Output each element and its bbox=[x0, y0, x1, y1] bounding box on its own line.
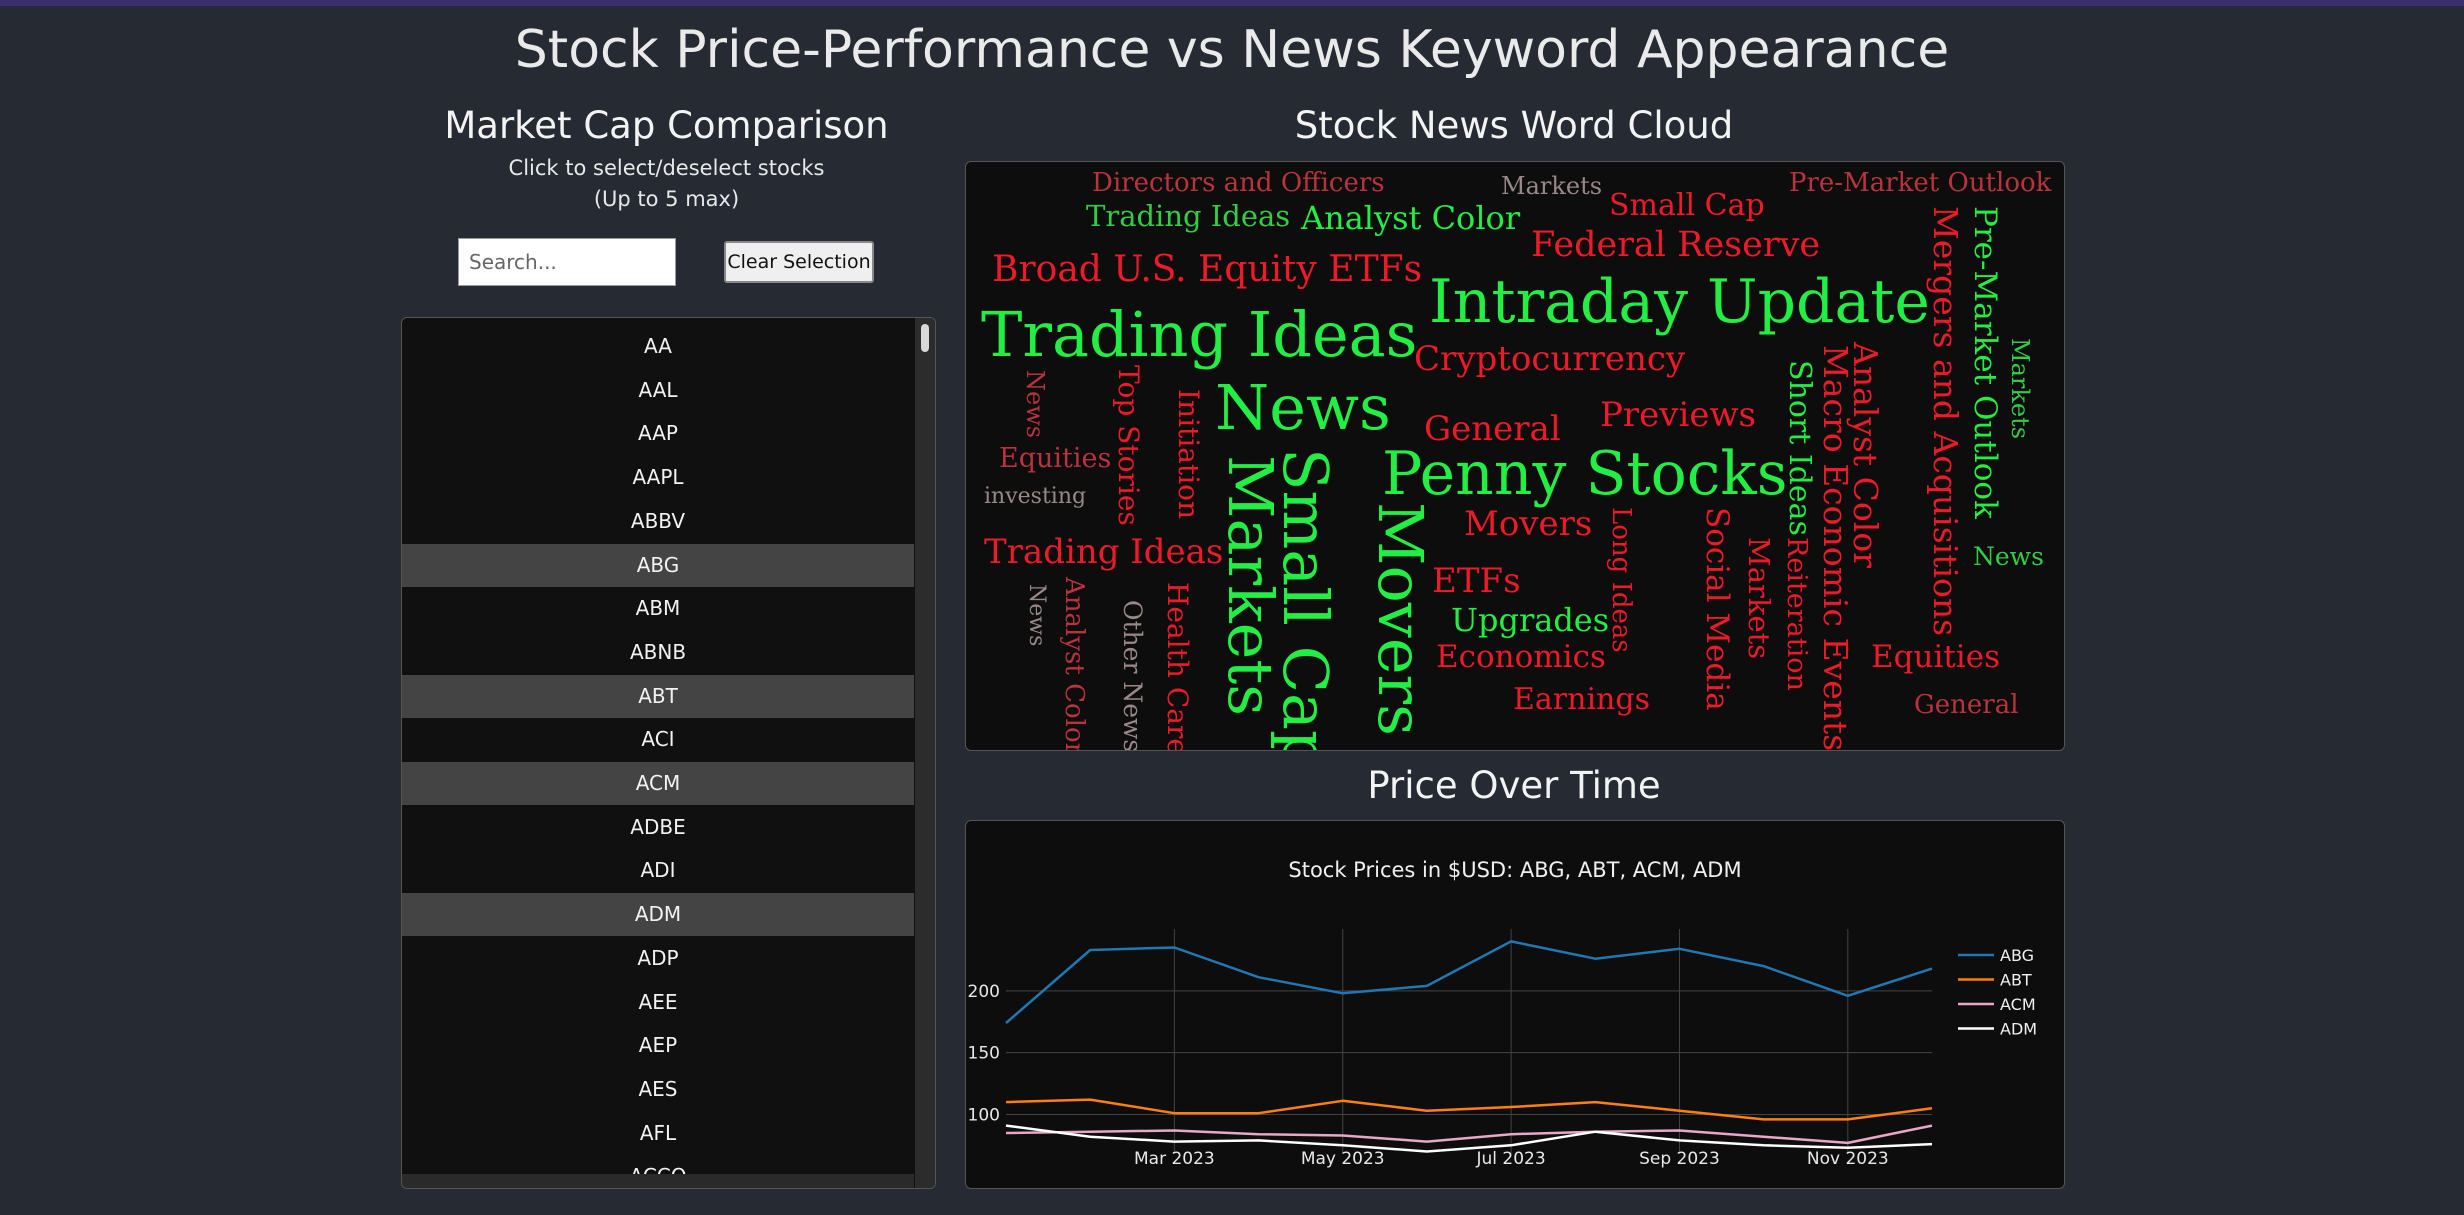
price-chart-svg: Stock Prices in $USD: ABG, ABT, ACM, ADM… bbox=[968, 858, 2038, 1169]
word-cloud-word: Markets bbox=[2006, 338, 2034, 440]
word-cloud-word: Trading Ideas bbox=[981, 298, 1418, 371]
word-cloud-word: News bbox=[1215, 371, 1391, 444]
word-cloud-word: Economics bbox=[1436, 639, 1606, 675]
stock-list-item[interactable]: ACI bbox=[402, 718, 914, 761]
stock-list-item[interactable]: ACM bbox=[402, 762, 914, 805]
stock-list-item[interactable]: AES bbox=[402, 1068, 914, 1111]
legend-label: ABG bbox=[2000, 946, 2034, 965]
stock-list-item[interactable]: AAPL bbox=[402, 456, 914, 499]
word-cloud-word: Pre-Market Outlook bbox=[1789, 168, 2052, 198]
x-tick-label: May 2023 bbox=[1301, 1149, 1385, 1169]
word-cloud-word: Markets bbox=[1501, 172, 1603, 200]
x-tick-label: Mar 2023 bbox=[1134, 1149, 1215, 1169]
search-input[interactable] bbox=[458, 238, 676, 286]
word-cloud-word: General bbox=[1914, 690, 2019, 720]
word-cloud-word: News bbox=[1021, 370, 1049, 439]
stock-list-item[interactable]: AAL bbox=[402, 369, 914, 412]
y-tick-label: 100 bbox=[968, 1105, 1000, 1125]
stock-list-item[interactable]: AAP bbox=[402, 412, 914, 455]
word-cloud-word: Analyst Color bbox=[1301, 199, 1521, 237]
legend-label: ADM bbox=[2000, 1020, 2037, 1039]
x-tick-label: Jul 2023 bbox=[1475, 1149, 1545, 1169]
word-cloud-word: Short Ideas bbox=[1782, 360, 1817, 536]
word-cloud-word: Small Cap bbox=[1609, 188, 1765, 223]
word-cloud-word: Trading Ideas bbox=[1086, 199, 1291, 233]
word-cloud-word: Federal Reserve bbox=[1531, 225, 1821, 265]
word-cloud-word: Markets bbox=[1214, 455, 1287, 717]
word-cloud-word: Penny Stocks bbox=[1382, 439, 1788, 509]
word-cloud-word: Equities bbox=[999, 443, 1112, 474]
price-over-time-title: Price Over Time bbox=[1367, 764, 1661, 807]
word-cloud-word: News bbox=[1024, 584, 1049, 647]
word-cloud-word: Earnings bbox=[1513, 682, 1650, 717]
market-cap-limit-note: (Up to 5 max) bbox=[593, 187, 740, 211]
stock-list-item[interactable]: ADI bbox=[402, 849, 914, 892]
stock-list[interactable]: AA AAL AAP AAPL ABBV ABG ABM ABNB ABT ACI ACM ADBE A… bbox=[401, 317, 936, 1189]
word-cloud-word: Social Media bbox=[1699, 507, 1735, 711]
stock-list-item[interactable]: ABM bbox=[402, 587, 914, 630]
list-scrollbar[interactable] bbox=[915, 318, 935, 1188]
word-cloud-word: Movers bbox=[1364, 502, 1437, 736]
word-cloud-word: Markets bbox=[1742, 537, 1776, 660]
clear-selection-button[interactable]: Clear Selection bbox=[724, 241, 874, 283]
word-cloud: Directors and Officers Markets Pre-Market … bbox=[965, 161, 2065, 751]
stock-list-item[interactable]: AEP bbox=[402, 1024, 914, 1067]
word-cloud-word: Pre-Market Outlook bbox=[1967, 206, 2003, 519]
x-tick-label: Nov 2023 bbox=[1807, 1149, 1889, 1169]
word-cloud-word: Directors and Officers bbox=[1092, 168, 1385, 198]
legend-label: ACM bbox=[2000, 995, 2036, 1014]
word-cloud-word: Trading Ideas bbox=[984, 532, 1224, 572]
stock-list-item[interactable]: ADP bbox=[402, 937, 914, 980]
stock-list-item[interactable]: ADM bbox=[402, 893, 914, 937]
market-cap-instructions: Click to select/deselect stocks bbox=[508, 156, 825, 180]
word-cloud-word: Equities bbox=[1871, 639, 2000, 675]
word-cloud-word: ETFs bbox=[1432, 561, 1521, 601]
page-title: Stock Price-Performance vs News Keyword … bbox=[514, 20, 1950, 80]
word-cloud-word: Broad U.S. Equity ETFs bbox=[992, 249, 1423, 290]
word-cloud-word: Intraday Update bbox=[1429, 267, 1930, 337]
top-accent-bar bbox=[0, 0, 2464, 6]
price-chart[interactable]: Stock Prices in $USD: ABG, ABT, ACM, ADM… bbox=[965, 820, 2065, 1189]
chart-title: Stock Prices in $USD: ABG, ABT, ACM, ADM bbox=[1288, 858, 1741, 882]
stock-list-item[interactable]: ABG bbox=[402, 543, 914, 587]
word-cloud-word: investing bbox=[984, 484, 1087, 509]
word-cloud-word: Initiation bbox=[1172, 389, 1205, 520]
stock-list-item[interactable]: ADBE bbox=[402, 806, 914, 849]
word-cloud-word: Previews bbox=[1600, 395, 1757, 435]
word-cloud-word: Upgrades bbox=[1451, 601, 1610, 639]
list-scrollbar-thumb[interactable] bbox=[921, 324, 929, 352]
y-tick-label: 200 bbox=[968, 982, 1000, 1002]
word-cloud-word: Long Ideas bbox=[1606, 507, 1636, 653]
word-cloud-word: Macro Economic Events bbox=[1816, 345, 1855, 751]
word-cloud-word: Health Care bbox=[1161, 582, 1194, 751]
word-cloud-word: Movers bbox=[1464, 504, 1593, 544]
stock-list-item[interactable]: AEE bbox=[402, 981, 914, 1024]
word-cloud-word: Top Stories bbox=[1112, 365, 1145, 526]
word-cloud-word: News bbox=[1973, 542, 2044, 571]
word-cloud-word: Cryptocurrency bbox=[1414, 339, 1686, 379]
word-cloud-word: Analyst Color bbox=[1059, 577, 1089, 751]
word-cloud-word: Other News bbox=[1118, 600, 1147, 751]
word-cloud-title: Stock News Word Cloud bbox=[1294, 104, 1734, 147]
stock-list-item[interactable]: AFL bbox=[402, 1112, 914, 1155]
legend-label: ABT bbox=[2000, 971, 2032, 990]
stock-list-item[interactable]: AA bbox=[402, 325, 914, 368]
market-cap-title: Market Cap Comparison bbox=[444, 104, 889, 147]
list-horizontal-scrollbar[interactable] bbox=[402, 1174, 914, 1188]
word-cloud-word: Reiteration bbox=[1781, 537, 1812, 691]
stock-list-item[interactable]: ABNB bbox=[402, 631, 914, 674]
x-tick-label: Sep 2023 bbox=[1639, 1149, 1720, 1169]
stock-list-item[interactable]: ABBV bbox=[402, 500, 914, 543]
word-cloud-word: Mergers and Acquisitions bbox=[1926, 206, 1965, 637]
stock-list-item[interactable]: ABT bbox=[402, 674, 914, 718]
series-line-abt bbox=[1005, 1098, 1933, 1121]
y-tick-label: 150 bbox=[968, 1044, 1000, 1064]
series-line-abg bbox=[1005, 940, 1933, 1024]
